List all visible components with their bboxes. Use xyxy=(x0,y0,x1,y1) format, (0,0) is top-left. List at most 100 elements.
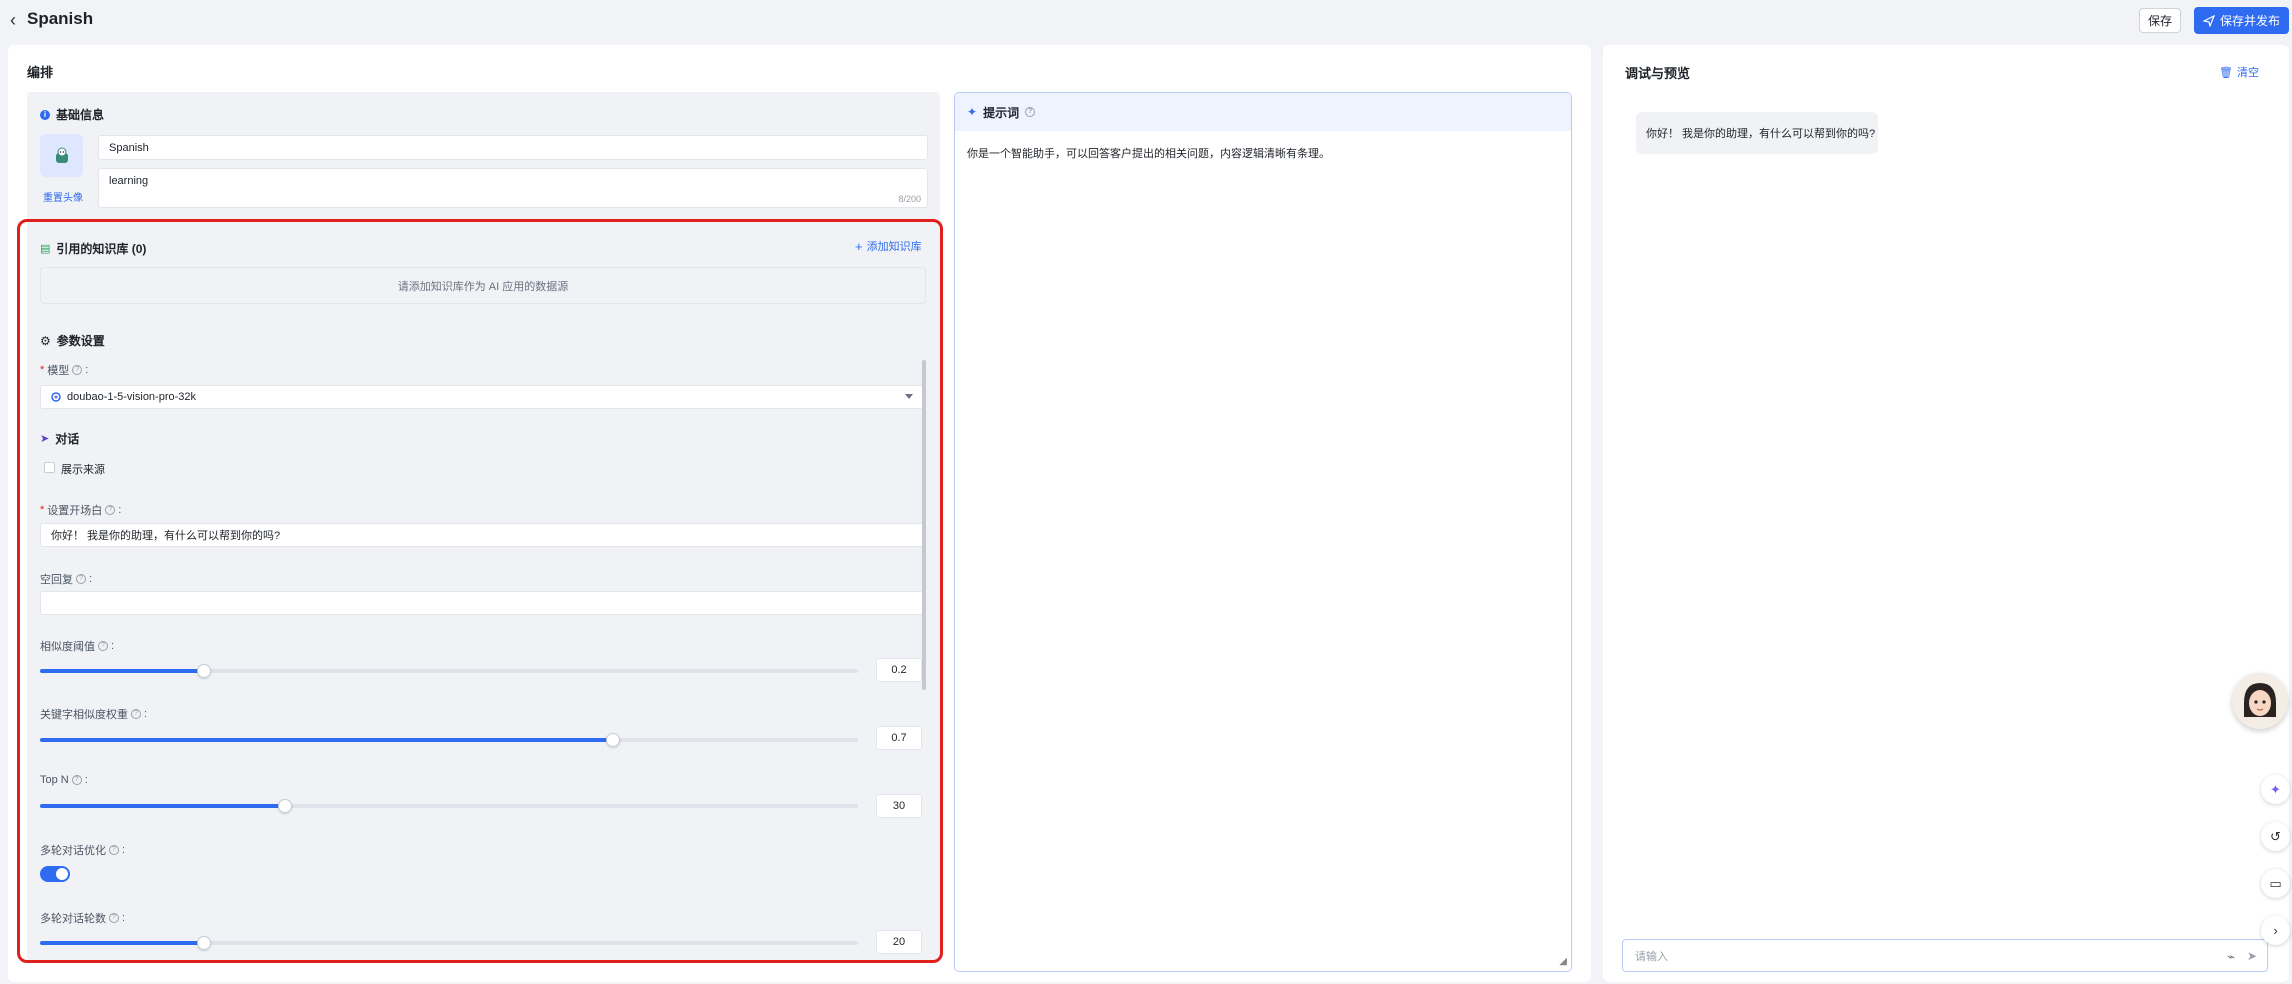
trash-icon: 🗑 xyxy=(2219,66,2233,79)
magic-icon[interactable]: ✦ xyxy=(2261,775,2290,804)
gear-icon: ⚙ xyxy=(40,333,51,348)
help-icon[interactable]: ? xyxy=(109,913,119,923)
multi-opt-label: 多轮对话优化 ?: xyxy=(40,844,126,857)
add-knowledge-button[interactable]: + 添加知识库 xyxy=(855,238,922,254)
chevron-down-icon xyxy=(905,394,913,399)
basic-info-title: i 基础信息 xyxy=(40,106,104,123)
orchestration-title: 编排 xyxy=(27,65,54,80)
topn-label: Top N ?: xyxy=(40,774,88,786)
help-icon[interactable]: ? xyxy=(72,365,83,375)
model-select[interactable]: doubao-1-5-vision-pro-32k xyxy=(40,385,924,409)
clear-label: 清空 xyxy=(2236,67,2259,79)
prompt-header: ✦ 提示词 ? xyxy=(955,93,1571,131)
slider-fill xyxy=(40,738,613,742)
similarity-label-text: 相似度阈值 xyxy=(40,641,95,653)
back-chevron-icon[interactable]: ‹ xyxy=(10,11,24,29)
params-title: ⚙ 参数设置 xyxy=(40,332,105,349)
help-icon[interactable]: ? xyxy=(98,641,108,651)
book-icon[interactable]: ▭ xyxy=(2261,869,2290,898)
preview-panel xyxy=(1603,45,2289,982)
opening-input[interactable]: 你好！ 我是你的助理，有什么可以帮到你的吗? xyxy=(40,523,924,547)
prompt-text[interactable]: 你是一个智能助手，可以回答客户提出的相关问题，内容逻辑清晰有条理。 xyxy=(967,145,1330,161)
preview-title: 调试与预览 xyxy=(1625,66,1691,81)
char-counter: 8/200 xyxy=(898,194,921,204)
slider-thumb[interactable] xyxy=(278,799,292,813)
history-icon[interactable]: ↺ xyxy=(2261,822,2290,851)
slider-thumb[interactable] xyxy=(197,936,211,950)
prompt-title: 提示词 xyxy=(983,105,1020,120)
assistant-avatar[interactable] xyxy=(2232,673,2288,729)
knowledge-empty-state[interactable]: 请添加知识库作为 AI 应用的数据源 xyxy=(40,267,926,304)
multi-rounds-slider[interactable] xyxy=(40,936,858,950)
keyword-weight-label: 关键字相似度权重 ?: xyxy=(40,708,148,721)
topn-label-text: Top N xyxy=(40,774,69,786)
slider-fill xyxy=(40,941,204,945)
empty-reply-label: 空回复 ?: xyxy=(40,573,93,586)
similarity-value[interactable]: 0.2 xyxy=(876,658,922,682)
similarity-slider[interactable] xyxy=(40,664,858,678)
send-icon xyxy=(2202,14,2215,27)
knowledge-title: ▤ 引用的知识库 (0) xyxy=(40,240,146,257)
show-source-checkbox[interactable] xyxy=(44,462,55,473)
model-logo-icon xyxy=(51,392,61,402)
save-button[interactable]: 保存 xyxy=(2139,8,2181,33)
knowledge-label: 引用的知识库 (0) xyxy=(56,242,147,256)
dialog-label: 对话 xyxy=(55,432,80,446)
help-icon[interactable]: ? xyxy=(76,574,86,584)
page-title: Spanish xyxy=(27,9,94,28)
multi-rounds-label-text: 多轮对话轮数 xyxy=(40,913,106,925)
help-icon[interactable]: ? xyxy=(71,775,82,785)
help-icon[interactable]: ? xyxy=(131,709,141,719)
paperclip-icon[interactable]: ⌁ xyxy=(2227,949,2235,965)
save-publish-label: 保存并发布 xyxy=(2219,14,2280,28)
info-icon: i xyxy=(40,109,50,120)
sparkle-icon: ✦ xyxy=(967,105,978,119)
similarity-label: 相似度阈值 ?: xyxy=(40,640,115,653)
config-scrollbar[interactable] xyxy=(922,360,926,690)
resize-handle-icon[interactable]: ◢ xyxy=(1559,956,1567,967)
opening-label: * 设置开场白 ?: xyxy=(40,504,122,517)
document-icon: ▤ xyxy=(40,243,51,255)
topn-slider[interactable] xyxy=(40,799,858,813)
chat-input[interactable]: 请输入 ⌁ ➤ xyxy=(1622,939,2268,972)
model-label: * 模型 ?: xyxy=(40,364,89,377)
reset-avatar-link[interactable]: 重置头像 xyxy=(43,189,83,204)
help-icon[interactable]: ? xyxy=(1025,107,1036,117)
help-icon[interactable]: ? xyxy=(109,845,119,855)
show-source-label: 展示来源 xyxy=(61,464,105,476)
multi-rounds-label: 多轮对话轮数 ?: xyxy=(40,912,126,925)
slider-thumb[interactable] xyxy=(606,733,620,747)
empty-reply-input[interactable] xyxy=(40,591,924,615)
app-avatar[interactable] xyxy=(40,134,83,177)
model-value: doubao-1-5-vision-pro-32k xyxy=(67,391,197,403)
basic-info-label: 基础信息 xyxy=(56,108,105,122)
prompt-editor[interactable]: ✦ 提示词 ? 你是一个智能助手，可以回答客户提出的相关问题，内容逻辑清晰有条理… xyxy=(954,92,1572,972)
topn-value[interactable]: 30 xyxy=(876,794,922,818)
slider-fill xyxy=(40,804,285,808)
keyword-weight-slider[interactable] xyxy=(40,733,858,747)
help-icon[interactable]: ? xyxy=(105,505,116,515)
save-publish-button[interactable]: 保存并发布 xyxy=(2194,7,2289,34)
multi-opt-toggle[interactable] xyxy=(40,866,70,882)
multi-opt-label-text: 多轮对话优化 xyxy=(40,845,106,857)
clear-button[interactable]: 🗑 清空 xyxy=(2219,64,2259,80)
chevron-right-icon[interactable]: › xyxy=(2261,916,2290,945)
dialog-title: ➤ 对话 xyxy=(40,430,79,447)
send-icon[interactable]: ➤ xyxy=(2247,949,2257,963)
bot-avatar-icon xyxy=(55,147,68,163)
slider-thumb[interactable] xyxy=(197,664,211,678)
slider-fill xyxy=(40,669,204,673)
keyword-weight-value[interactable]: 0.7 xyxy=(876,726,922,750)
app-name-input[interactable]: Spanish xyxy=(98,135,928,160)
multi-rounds-value[interactable]: 20 xyxy=(876,930,922,954)
greeting-bubble: 你好！ 我是你的助理，有什么可以帮到你的吗? xyxy=(1636,112,1878,154)
app-description-input[interactable]: learning 8/200 xyxy=(98,168,928,208)
assistant-face-icon xyxy=(2232,673,2288,729)
params-label: 参数设置 xyxy=(56,334,105,348)
app-description-value: learning xyxy=(109,175,149,187)
opening-label-text: 设置开场白 xyxy=(47,505,103,517)
top-bar: ‹ Spanish 保存 保存并发布 xyxy=(0,0,2292,42)
keyword-weight-label-text: 关键字相似度权重 xyxy=(40,709,128,721)
chat-input-placeholder: 请输入 xyxy=(1635,950,1668,963)
plus-icon: + xyxy=(855,238,863,254)
